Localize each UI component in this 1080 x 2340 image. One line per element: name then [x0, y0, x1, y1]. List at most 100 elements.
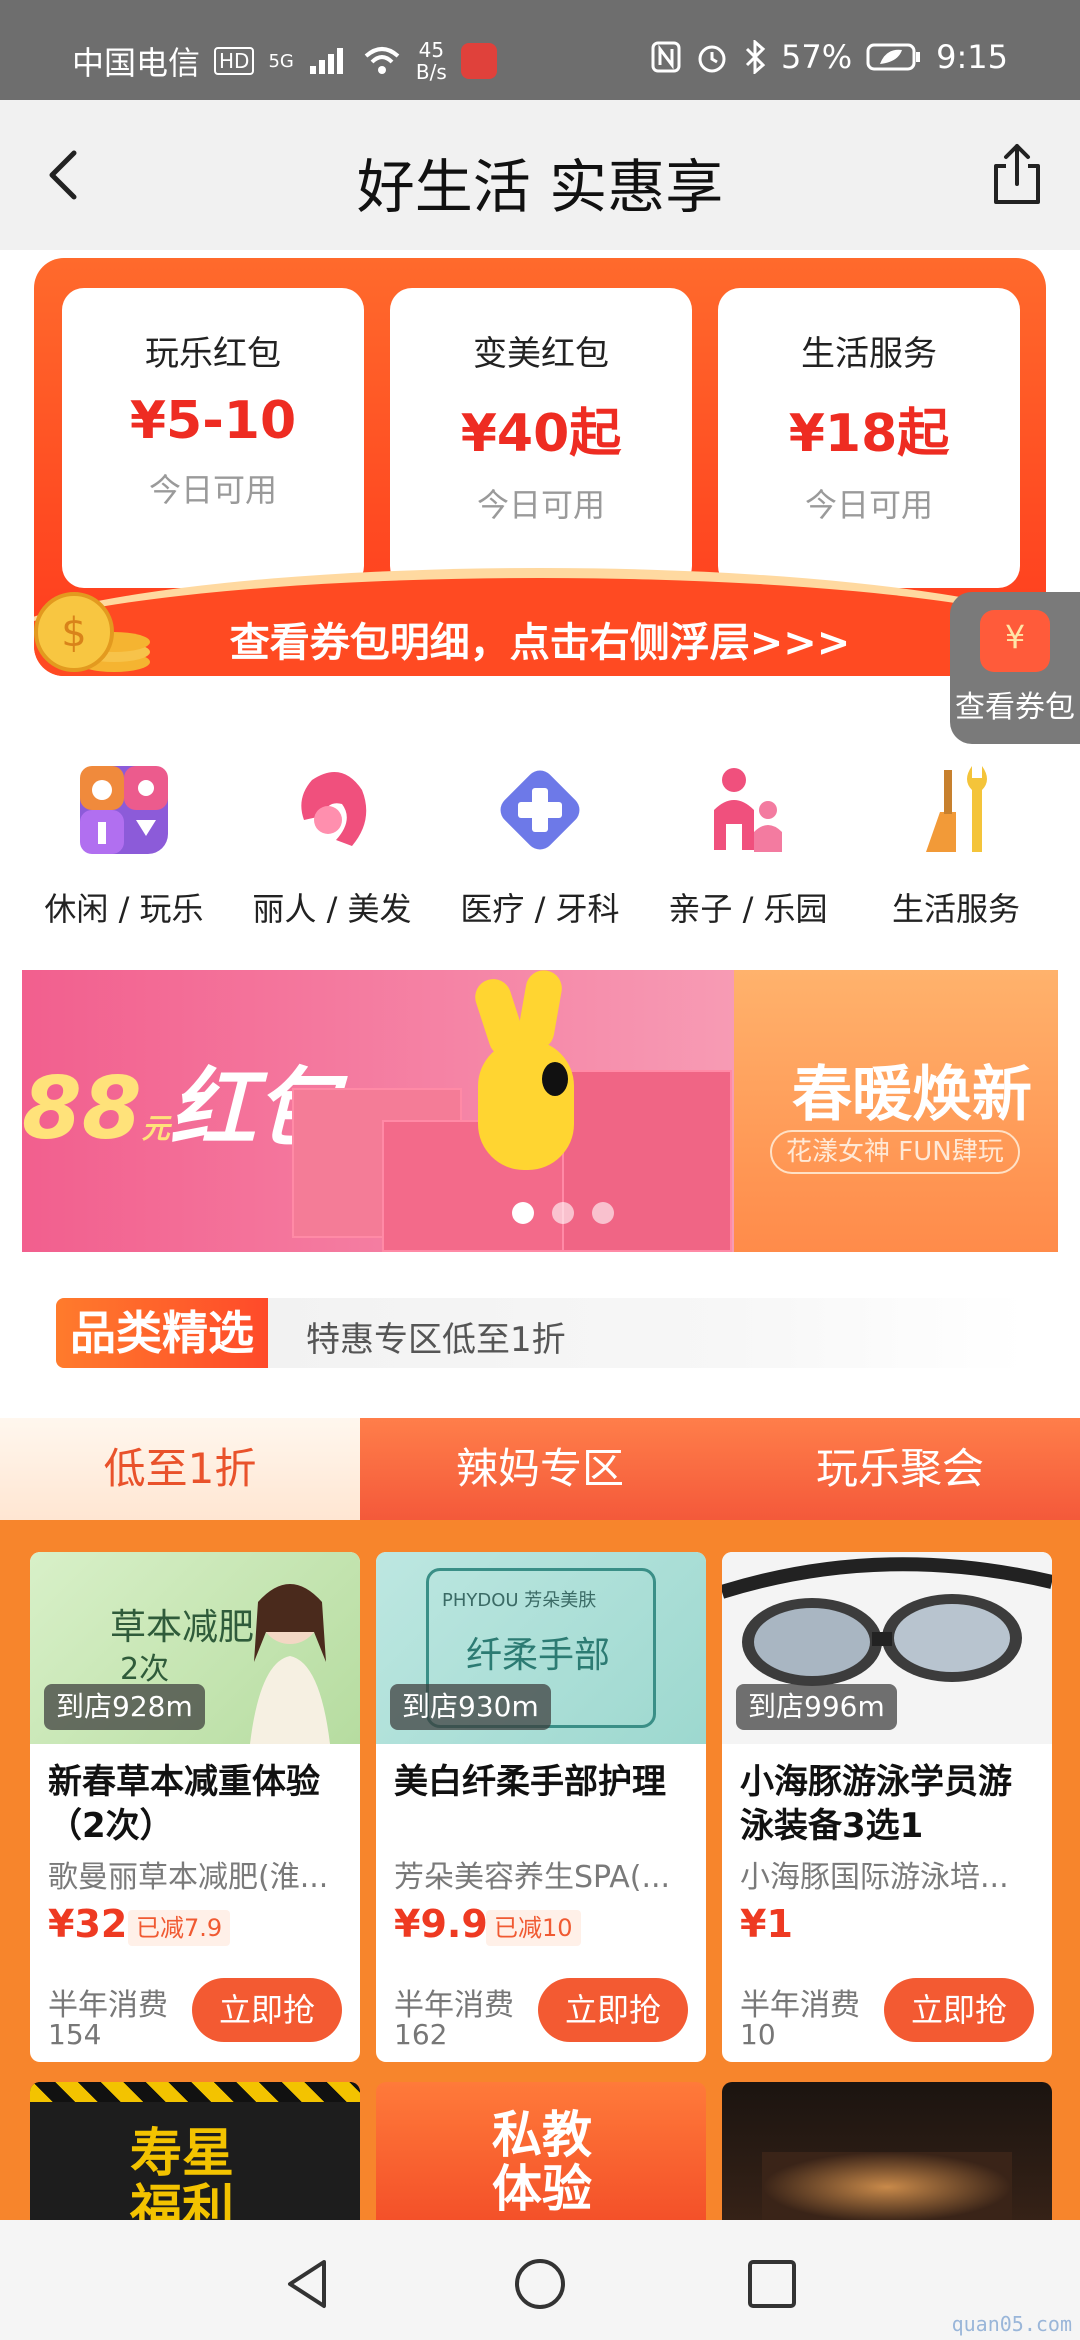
tab-discount[interactable]: 低至1折	[0, 1418, 360, 1520]
mascot-eye	[542, 1062, 568, 1096]
grab-button[interactable]: 立即抢	[884, 1978, 1034, 2042]
category-leisure[interactable]: 休闲 / 玩乐	[24, 760, 224, 940]
mascot-illustration	[478, 1040, 574, 1170]
restaurant-photo	[762, 2152, 1012, 2222]
status-left: 中国电信 HD 5G 45 B/s	[72, 38, 497, 84]
coupon-availability: 今日可用	[476, 486, 605, 524]
product-card[interactable]: 到店996m 小海豚游泳学员游泳装备3选1 小海豚国际游泳培... ¥1 半年消…	[722, 1552, 1052, 2062]
distance-badge: 到店930m	[390, 1684, 551, 1730]
product-card[interactable]	[722, 2082, 1052, 2242]
system-navigation-bar: quan05.com	[0, 2220, 1080, 2340]
shop-name: 歌曼丽草本减肥(淮...	[48, 1860, 329, 1895]
leisure-icon	[80, 766, 168, 854]
family-icon	[714, 768, 782, 852]
carousel-dot	[552, 1202, 574, 1224]
nav-bar: 好生活 实惠享	[0, 100, 1080, 250]
page: 中国电信 HD 5G 45 B/s 57% 9:15 好生活 实惠享 玩乐红包 …	[0, 0, 1080, 2340]
coupon-name: 变美红包	[473, 334, 609, 374]
wifi-icon	[364, 47, 400, 74]
coupon-card-life[interactable]: 生活服务 ¥18起 今日可用	[718, 288, 1020, 588]
network-label: 5G	[268, 50, 294, 72]
promo-carousel[interactable]: 88元红包 春暖焕新 花漾女神 FUN肆玩	[22, 970, 1058, 1252]
coupon-detail-link[interactable]: 查看券包明细，点击右侧浮层>>>	[34, 610, 1046, 668]
discount-badge: 已减7.9	[128, 1910, 231, 1946]
net-speed-unit: B/s	[415, 60, 447, 84]
product-card[interactable]: PHYDOU 芳朵美肤 纤柔手部 到店930m 美白纤柔手部护理 芳朵美容养生S…	[376, 1552, 706, 2062]
tab-moms[interactable]: 辣妈专区	[360, 1418, 720, 1520]
product-card[interactable]: 寿星福利	[30, 2082, 360, 2242]
watermark: quan05.com	[951, 2312, 1072, 2336]
promo-amount: 88	[22, 1059, 142, 1159]
category-beauty[interactable]: 丽人 / 美发	[232, 760, 432, 940]
category-life-service[interactable]: 生活服务	[856, 760, 1056, 940]
promo-unit: 元	[141, 1112, 170, 1145]
product-price: ¥32	[48, 1902, 128, 1946]
category-medical[interactable]: 医疗 / 牙科	[440, 760, 640, 940]
grab-button[interactable]: 立即抢	[192, 1978, 342, 2042]
category-label: 丽人 / 美发	[252, 890, 412, 928]
shop-name: 小海豚国际游泳培...	[740, 1860, 1009, 1895]
svg-text:$: $	[61, 610, 86, 656]
coupon-name: 玩乐红包	[145, 334, 281, 374]
product-image-text: 私教体验	[492, 2106, 592, 2218]
section-tag: 品类精选	[56, 1298, 268, 1368]
product-title: 美白纤柔手部护理	[394, 1762, 666, 1802]
category-label: 医疗 / 牙科	[460, 890, 620, 928]
coupon-wallet-icon: ¥	[980, 610, 1050, 672]
category-family[interactable]: 亲子 / 乐园	[648, 760, 848, 940]
sales-count: 10	[740, 2018, 776, 2051]
coupon-banner[interactable]: 玩乐红包 ¥5-10 今日可用 变美红包 ¥40起 今日可用 生活服务 ¥18起…	[34, 258, 1046, 676]
product-card[interactable]: 私教体验	[376, 2082, 706, 2242]
share-icon[interactable]	[982, 140, 1052, 210]
coupon-name: 生活服务	[801, 334, 937, 374]
page-title: 好生活 实惠享	[356, 153, 724, 221]
coupon-availability: 今日可用	[804, 486, 933, 524]
category-label: 生活服务	[891, 890, 1020, 928]
battery-percent: 57%	[781, 38, 853, 76]
sales-count: 162	[394, 2018, 448, 2051]
system-back-icon[interactable]	[280, 2256, 336, 2312]
category-selection-header: 品类精选 特惠专区低至1折	[56, 1298, 1026, 1368]
product-price: ¥1	[740, 1902, 793, 1946]
distance-badge: 到店928m	[44, 1684, 205, 1730]
coupon-wallet-symbol: ¥	[1004, 618, 1026, 656]
product-title: 新春草本减重体验（2次）	[48, 1762, 320, 1846]
shop-name: 芳朵美容养生SPA(...	[394, 1860, 671, 1895]
coupon-card-play[interactable]: 玩乐红包 ¥5-10 今日可用	[62, 288, 364, 588]
promo-slide-spring[interactable]: 春暖焕新 花漾女神 FUN肆玩	[734, 970, 1058, 1252]
coupon-amount: ¥18起	[788, 404, 950, 464]
status-bar: 中国电信 HD 5G 45 B/s 57% 9:15	[0, 0, 1080, 100]
product-title: 小海豚游泳学员游泳装备3选1	[740, 1762, 1012, 1846]
promo-slide-red-packet[interactable]: 88元红包	[22, 970, 734, 1252]
coin-stack-icon: $	[34, 592, 150, 672]
coupon-wallet-label: 查看券包	[955, 690, 1075, 725]
promo-spring-title: 春暖焕新	[792, 1060, 1032, 1130]
hd-badge: HD	[214, 47, 255, 75]
category-row: 休闲 / 玩乐 丽人 / 美发 医疗 / 牙科 亲子 / 乐园 生活服务	[0, 760, 1080, 940]
grab-button[interactable]: 立即抢	[538, 1978, 688, 2042]
app-notification-icon	[460, 43, 497, 79]
product-image-text: 2次	[120, 1652, 170, 1687]
system-home-icon[interactable]	[512, 2256, 568, 2312]
coupon-card-beauty[interactable]: 变美红包 ¥40起 今日可用	[390, 288, 692, 588]
signal-icon	[309, 48, 343, 74]
net-speed-value: 45	[418, 38, 445, 62]
medical-icon	[500, 770, 580, 850]
product-image-text: PHYDOU 芳朵美肤	[442, 1590, 597, 1611]
alarm-icon	[698, 45, 726, 73]
coupon-wallet-float-button[interactable]: ¥ 查看券包	[950, 592, 1080, 744]
tab-party[interactable]: 玩乐聚会	[720, 1418, 1080, 1520]
life-service-icon	[926, 766, 987, 852]
model-photo	[250, 1584, 330, 1744]
sales-count: 154	[48, 2018, 102, 2051]
category-label: 亲子 / 乐园	[668, 890, 828, 928]
beauty-icon	[301, 772, 367, 846]
carousel-dot	[592, 1202, 614, 1224]
system-recents-icon[interactable]	[744, 2256, 800, 2312]
section-description: 特惠专区低至1折	[306, 1320, 566, 1360]
coupon-amount: ¥40起	[460, 404, 622, 464]
product-grid: 草本减肥 2次 到店928m 新春草本减重体验（2次） 歌曼丽草本减肥(淮...…	[0, 1520, 1080, 2242]
discount-badge: 已减10	[486, 1910, 581, 1946]
product-card[interactable]: 草本减肥 2次 到店928m 新春草本减重体验（2次） 歌曼丽草本减肥(淮...…	[30, 1552, 360, 2062]
category-label: 休闲 / 玩乐	[44, 890, 204, 928]
